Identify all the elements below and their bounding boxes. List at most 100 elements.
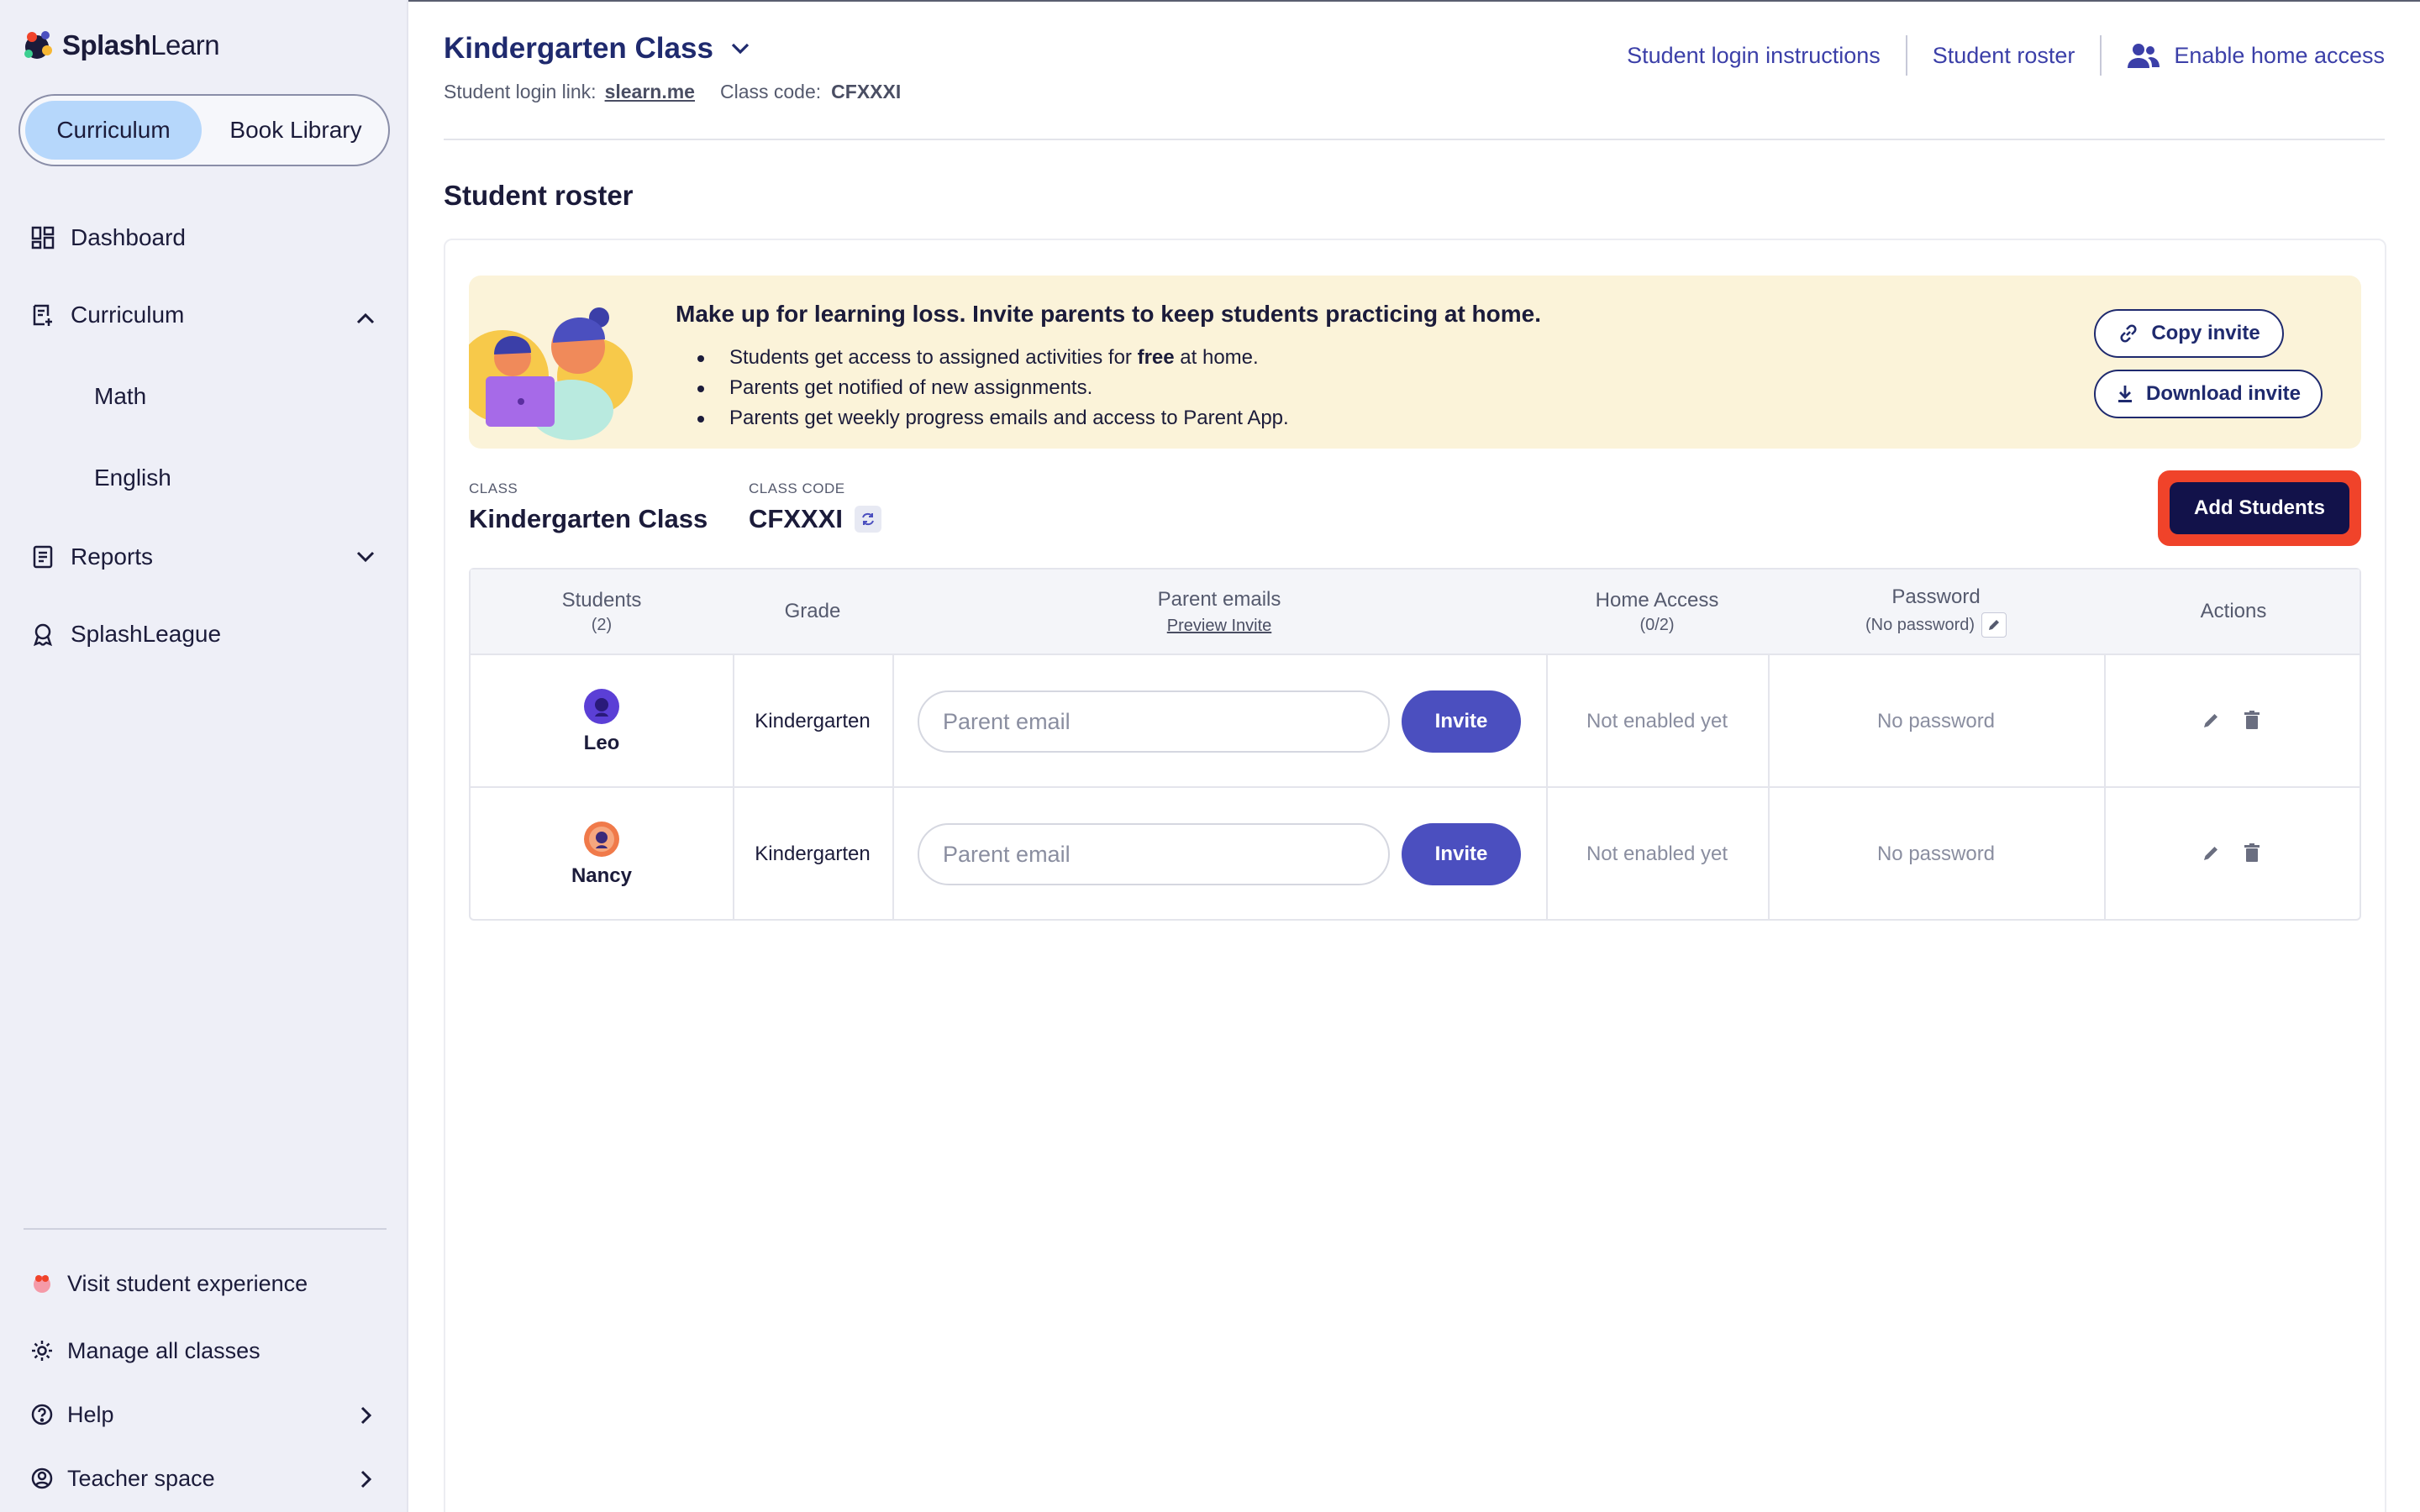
enable-home-access-label: Enable home access (2174, 42, 2385, 68)
dashboard-icon (29, 223, 57, 252)
edit-icon[interactable] (2202, 842, 2222, 865)
visit-student-experience-label: Visit student experience (67, 1270, 308, 1296)
class-code-value: CFXXXI (749, 504, 843, 533)
teacher-icon (29, 1465, 55, 1492)
copy-invite-label: Copy invite (2151, 322, 2260, 344)
header-links: Student login instructions Student roste… (1627, 35, 2385, 76)
page-title: Student roster (444, 180, 634, 211)
sidebar-item-math[interactable]: Math (94, 383, 146, 410)
column-header-actions: Actions (2200, 600, 2267, 622)
student-cell: Leo (471, 655, 733, 788)
home-access-status: Not enabled yet (1586, 710, 1728, 732)
add-students-button[interactable]: Add Students (2170, 482, 2349, 534)
chevron-right-icon[interactable] (351, 1465, 380, 1494)
table-header: Students (2) Grade Parent emails Preview … (471, 570, 2360, 655)
visit-student-experience-link[interactable]: Visit student experience (29, 1270, 308, 1297)
chevron-down-icon[interactable] (351, 543, 380, 571)
avatar (584, 822, 619, 857)
add-students-highlight: Add Students (2158, 470, 2361, 546)
sidebar-item-label: Dashboard (71, 224, 186, 250)
table-row: Leo Kindergarten Parent email Invite Not… (471, 655, 2360, 788)
help-icon (29, 1401, 55, 1428)
class-code-label: CLASS CODE (749, 480, 845, 496)
sidebar-item-curriculum[interactable]: Curriculum (29, 301, 184, 329)
sidebar-item-splashleague[interactable]: SplashLeague (29, 620, 221, 648)
sidebar-item-label: Curriculum (71, 302, 185, 328)
refresh-code-icon[interactable] (854, 506, 881, 533)
password-status: No password (1876, 710, 1996, 732)
class-selector[interactable]: Kindergarten Class (444, 32, 754, 66)
link-separator (2100, 35, 2102, 76)
class-code-value: CFXXXI (831, 81, 902, 102)
chevron-right-icon[interactable] (351, 1401, 380, 1430)
column-header-grade: Grade (784, 600, 841, 622)
edit-password-icon[interactable] (1981, 612, 2007, 638)
student-experience-icon (29, 1270, 55, 1297)
class-title: Kindergarten Class (444, 32, 713, 65)
login-link-label: Student login link: (444, 81, 597, 102)
class-code: CFXXXI (749, 504, 881, 534)
class-subinfo: Student login link: slearn.me Class code… (444, 81, 901, 103)
curriculum-library-toggle: Curriculum Book Library (18, 94, 390, 166)
edit-icon[interactable] (2202, 709, 2222, 732)
link-separator (1905, 35, 1907, 76)
table-row: Nancy Kindergarten Parent email Invite N… (471, 788, 2360, 921)
gear-icon (29, 1337, 55, 1364)
class-code-label: Class code: (719, 81, 822, 102)
column-header-password: Password (No password) (1768, 570, 2104, 654)
class-label: CLASS (469, 480, 518, 496)
sidebar: SplashLearn Curriculum Book Library Dash… (0, 0, 408, 1512)
sidebar-item-label: Reports (71, 543, 154, 570)
curriculum-tab[interactable]: Curriculum (25, 101, 202, 160)
logo-text: SplashLearn (62, 29, 220, 60)
parents-illustration (469, 307, 633, 440)
manage-classes-label: Manage all classes (67, 1337, 260, 1363)
invite-button[interactable]: Invite (1402, 690, 1521, 753)
chevron-down-icon (731, 43, 750, 55)
student-login-instructions-link[interactable]: Student login instructions (1627, 43, 1881, 69)
class-name: Kindergarten Class (469, 504, 708, 533)
password-status: No password (1876, 843, 1996, 865)
copy-invite-button[interactable]: Copy invite (2094, 309, 2284, 358)
student-cell: Nancy (471, 788, 733, 921)
avatar (584, 689, 619, 724)
student-name[interactable]: Leo (584, 732, 620, 755)
sidebar-item-label: SplashLeague (71, 621, 222, 647)
manage-classes-link[interactable]: Manage all classes (29, 1337, 260, 1364)
help-link[interactable]: Help (29, 1401, 114, 1428)
parent-email-input[interactable]: Parent email (918, 690, 1390, 753)
download-invite-button[interactable]: Download invite (2094, 370, 2323, 418)
header-divider (444, 139, 2385, 140)
delete-icon[interactable] (2242, 709, 2262, 732)
parent-email-input[interactable]: Parent email (918, 823, 1390, 885)
chevron-up-icon[interactable] (351, 304, 380, 333)
student-login-link[interactable]: slearn.me (605, 81, 695, 103)
student-roster-link[interactable]: Student roster (1933, 43, 2075, 69)
preview-invite-link[interactable]: Preview Invite (1167, 617, 1272, 636)
window-top-border (408, 0, 2420, 2)
delete-icon[interactable] (2242, 842, 2262, 865)
teacher-space-link[interactable]: Teacher space (29, 1465, 215, 1492)
book-library-tab[interactable]: Book Library (212, 101, 380, 160)
banner-benefits-list: Students get access to assigned activiti… (692, 343, 1289, 433)
parent-invite-banner: Make up for learning loss. Invite parent… (469, 276, 2361, 449)
splashlearn-logo[interactable]: SplashLearn (18, 25, 220, 66)
column-header-parent-emails: Parent emails Preview Invite (1157, 587, 1281, 636)
sidebar-item-reports[interactable]: Reports (29, 543, 153, 571)
invite-button[interactable]: Invite (1402, 823, 1521, 885)
download-icon (2116, 384, 2134, 404)
home-access-status: Not enabled yet (1586, 843, 1728, 865)
list-item: Parents get weekly progress emails and a… (692, 403, 1289, 433)
sidebar-item-english[interactable]: English (94, 465, 171, 491)
list-item: Students get access to assigned activiti… (692, 343, 1289, 373)
student-name[interactable]: Nancy (571, 864, 632, 888)
curriculum-icon (29, 301, 57, 329)
enable-home-access-link[interactable]: Enable home access (2127, 41, 2385, 70)
help-label: Help (67, 1401, 114, 1427)
download-invite-label: Download invite (2145, 382, 2301, 405)
list-item: Parents get notified of new assignments. (692, 373, 1289, 403)
grade-cell: Kindergarten (755, 710, 871, 732)
sidebar-item-dashboard[interactable]: Dashboard (29, 223, 186, 252)
sidebar-divider (24, 1228, 387, 1230)
grade-cell: Kindergarten (755, 843, 871, 865)
